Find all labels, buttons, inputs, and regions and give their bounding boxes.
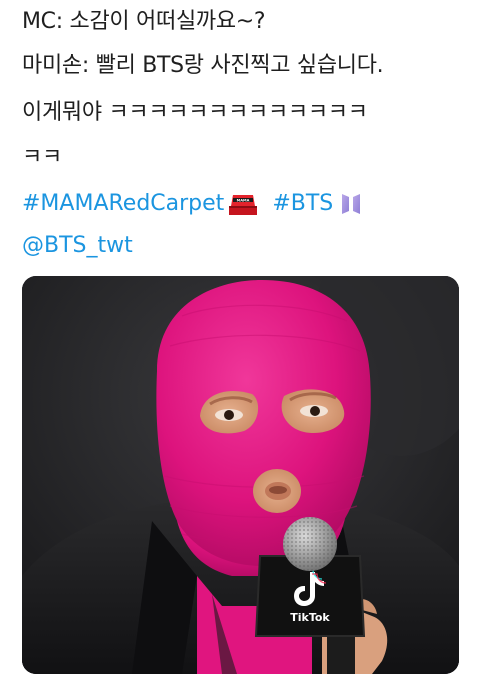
tweet: MC: 소감이 어떠실까요~? 마미손: 빨리 BTS랑 사진찍고 싶습니다. … bbox=[0, 0, 480, 683]
mama-emoji-text: MAMA bbox=[237, 199, 250, 203]
tweet-text-line-2: 마미손: 빨리 BTS랑 사진찍고 싶습니다. bbox=[22, 53, 384, 78]
tweet-text-line-1: MC: 소감이 어떠실까요~? bbox=[22, 9, 266, 34]
bts-logo-icon bbox=[339, 192, 363, 216]
tweet-text-line-4: ㅋㅋ bbox=[22, 145, 62, 170]
tweet-media-image[interactable]: TikTok bbox=[22, 276, 459, 674]
tweet-text-line-3: 이게뭐야 ㅋㅋㅋㅋㅋㅋㅋㅋㅋㅋㅋㅋㅋ bbox=[22, 100, 368, 125]
hashtag-mama-red-carpet[interactable]: #MAMARedCarpet bbox=[22, 190, 224, 218]
hashtag-row: #MAMARedCarpet MAMA #BTS bbox=[22, 190, 363, 218]
pink-ski-mask-person-photo: TikTok bbox=[22, 276, 459, 674]
hashtag-bts[interactable]: #BTS bbox=[272, 190, 333, 218]
tiktok-brand-text: TikTok bbox=[290, 611, 330, 624]
mention-bts-twt[interactable]: @BTS_twt bbox=[22, 232, 133, 260]
mama-stage-icon: MAMA bbox=[228, 192, 258, 216]
